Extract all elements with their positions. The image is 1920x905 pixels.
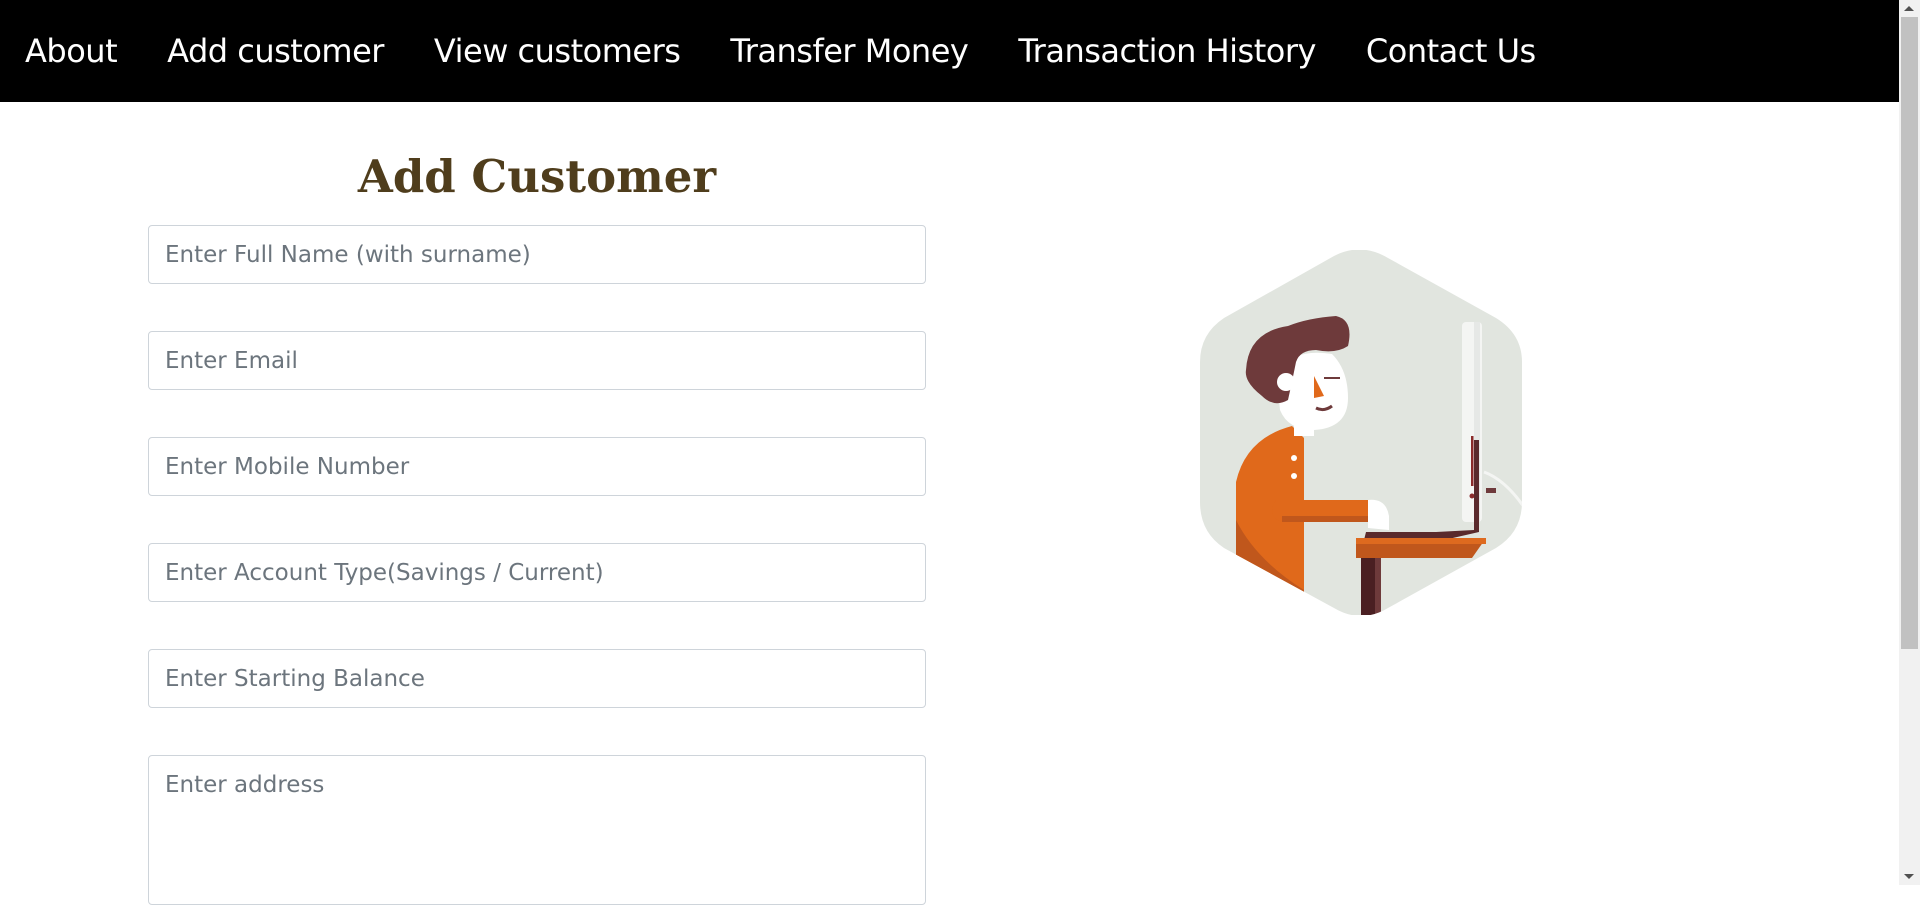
page-title: Add Customer: [357, 150, 717, 203]
nav-add-customer[interactable]: Add customer: [167, 32, 384, 70]
main-content: Add Customer: [0, 102, 1899, 905]
top-navbar: About Add customer View customers Transf…: [0, 0, 1899, 102]
nav-transfer-money[interactable]: Transfer Money: [730, 32, 968, 70]
mobile-number-input[interactable]: [148, 437, 926, 496]
email-input[interactable]: [148, 331, 926, 390]
nav-about[interactable]: About: [25, 32, 118, 70]
scroll-up-icon[interactable]: [1904, 6, 1914, 11]
starting-balance-input[interactable]: [148, 649, 926, 708]
address-input[interactable]: [148, 755, 926, 905]
account-type-input[interactable]: [148, 543, 926, 602]
scrollbar-thumb[interactable]: [1901, 17, 1918, 649]
nav-contact-us[interactable]: Contact Us: [1366, 32, 1536, 70]
full-name-input[interactable]: [148, 225, 926, 284]
person-at-computer-illustration: [1200, 250, 1522, 615]
nav-transaction-history[interactable]: Transaction History: [1018, 32, 1316, 70]
scroll-down-icon[interactable]: [1904, 874, 1914, 879]
vertical-scrollbar[interactable]: [1899, 0, 1920, 885]
nav-view-customers[interactable]: View customers: [434, 32, 681, 70]
